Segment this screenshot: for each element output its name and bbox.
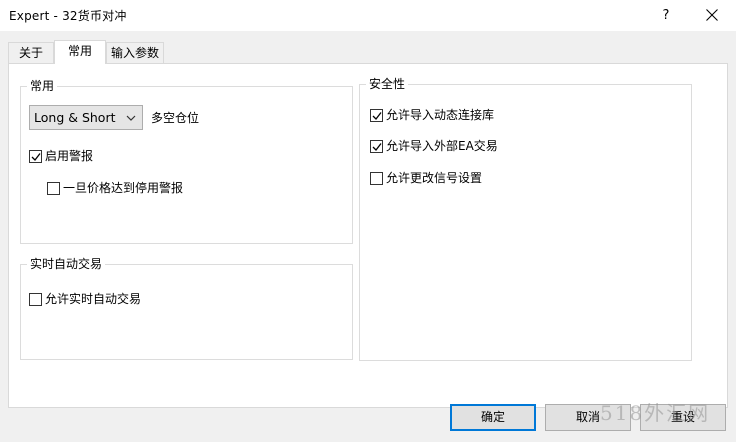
tab-inputs[interactable]: 输入参数 (106, 42, 164, 63)
enable-alert-label: 启用警报 (45, 149, 94, 163)
close-button[interactable] (692, 0, 732, 31)
checkmark-icon (372, 143, 382, 151)
dialog-client-area: 关于 常用 输入参数 常用 Long & Short 多空仓位 启用警报 一旦价… (0, 31, 736, 442)
window-title: Expert - 32货币对冲 (9, 9, 127, 23)
checkmark-icon (31, 153, 41, 161)
position-mode-combobox[interactable]: Long & Short (29, 105, 143, 130)
cancel-button-label: 取消 (575, 410, 600, 424)
live-trading-group-title: 实时自动交易 (27, 256, 106, 272)
common-group-title: 常用 (27, 78, 58, 94)
chevron-down-icon (126, 115, 136, 121)
tab-common-label: 常用 (67, 44, 92, 58)
allow-external-ea-imports-label: 允许导入外部EA交易 (386, 139, 498, 153)
common-group: 常用 Long & Short 多空仓位 启用警报 一旦价格达到停用警报 (20, 78, 353, 244)
tab-about[interactable]: 关于 (8, 42, 54, 63)
title-bar[interactable]: Expert - 32货币对冲 ? (0, 0, 736, 31)
allow-live-trading-label: 允许实时自动交易 (45, 292, 142, 306)
position-mode-label: 多空仓位 (151, 111, 200, 125)
disable-alert-on-price-label: 一旦价格达到停用警报 (63, 181, 184, 195)
allow-live-trading-box (29, 293, 42, 306)
allow-dll-imports-label: 允许导入动态连接库 (386, 108, 495, 122)
allow-dll-imports-box (370, 109, 383, 122)
expert-dialog-window: Expert - 32货币对冲 ? 关于 常用 输入参数 常用 Long & S… (0, 0, 736, 442)
ok-button-label: 确定 (480, 410, 505, 424)
position-mode-value: Long & Short (34, 110, 116, 125)
enable-alert-box (29, 150, 42, 163)
allow-signal-settings-change-label: 允许更改信号设置 (386, 171, 483, 185)
tab-inputs-label: 输入参数 (110, 46, 159, 60)
checkmark-icon (372, 112, 382, 120)
help-button[interactable]: ? (648, 0, 684, 31)
safety-group-title: 安全性 (366, 76, 409, 92)
help-icon: ? (662, 8, 670, 23)
ok-button[interactable]: 确定 (450, 404, 536, 431)
tab-common[interactable]: 常用 (54, 40, 106, 64)
close-icon (706, 9, 718, 21)
allow-signal-settings-change-box (370, 172, 383, 185)
safety-group: 安全性 允许导入动态连接库 允许导入外部EA交易 允许更改信号设置 (359, 76, 692, 361)
live-trading-group: 实时自动交易 允许实时自动交易 (20, 256, 353, 360)
tab-panel-common: 常用 Long & Short 多空仓位 启用警报 一旦价格达到停用警报 实时自… (8, 63, 728, 408)
disable-alert-on-price-box (47, 182, 60, 195)
tab-about-label: 关于 (18, 46, 43, 60)
watermark: 518外汇网 (600, 401, 711, 425)
allow-external-ea-imports-box (370, 140, 383, 153)
